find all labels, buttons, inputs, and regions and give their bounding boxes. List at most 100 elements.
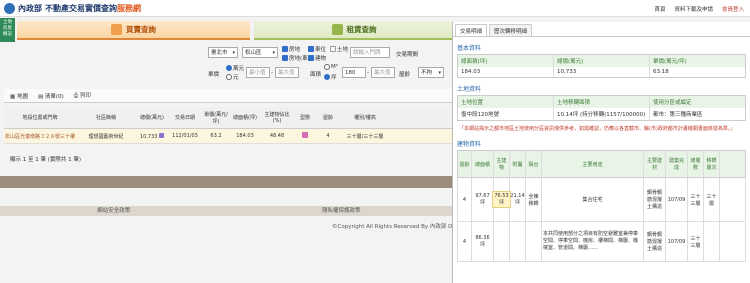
brow-material: 鋼骨鋼筋混凝土構造: [644, 222, 666, 261]
radio-icon: [324, 64, 330, 70]
result-count: 顯示 1 至 1 筆 (實際共 1 筆): [10, 157, 82, 163]
radio-price-wan[interactable]: 萬元: [226, 64, 244, 72]
parking-icon: [159, 132, 165, 138]
checkbox-icon: [308, 46, 314, 52]
brow-main: [494, 222, 510, 261]
radio-icon: [226, 74, 232, 80]
map-view-button[interactable]: ▦ 地圖: [10, 92, 28, 100]
brow-age: 4: [458, 222, 472, 261]
land-section-title: 土地資料: [457, 86, 482, 93]
brow-floors: 三十三層: [688, 178, 704, 221]
brow-completed: 107/09: [666, 178, 688, 221]
top-links: 首頁 資料下載及申請 會員登入: [654, 5, 744, 13]
bcol-completed: 建築完成: [666, 151, 688, 177]
brow-main: 76.53坪: [492, 178, 511, 221]
area-min-input[interactable]: 180: [342, 67, 366, 78]
checkbox-park[interactable]: 車位: [308, 45, 326, 53]
age-label: 屋齡: [399, 72, 411, 78]
row-date: 112/01/03: [172, 133, 198, 139]
brow-balcony: [526, 222, 542, 261]
radio-price-yuan[interactable]: 元: [226, 73, 239, 81]
table-row[interactable]: 松山區光復南路３２８號三十樓 理想國藝術世紀 10,733 112/01/03 …: [4, 129, 452, 144]
link-security-policy[interactable]: 網站安全政策: [0, 206, 228, 216]
checkbox-land[interactable]: 土地: [330, 45, 348, 53]
bcol-balcony: 陽台: [526, 151, 542, 177]
col-address[interactable]: 地段位置或門牌: [4, 114, 76, 121]
price-max-input[interactable]: 最大值: [275, 67, 299, 78]
city-select[interactable]: 臺北市 ▾: [208, 47, 238, 58]
keyword-input[interactable]: 請輸入門牌: [350, 47, 390, 58]
row-address[interactable]: 松山區光復南路３２８號三十樓: [4, 133, 76, 140]
land-location-value: 復中段120地號: [458, 108, 554, 120]
col-age[interactable]: 屋齡: [316, 114, 340, 121]
brow-floors: 三十三層: [688, 222, 704, 261]
col-date[interactable]: 交易日期: [168, 114, 202, 121]
row-age: 4: [326, 133, 330, 139]
row-floor: 三十層/三十三層: [346, 133, 384, 140]
brow-transfer-floor: 三十層: [704, 178, 720, 221]
basic-col-area: 總面積(坪): [458, 55, 554, 67]
brow-attached: 21.14坪: [510, 178, 526, 221]
brow-usage: 集合住宅: [542, 178, 644, 221]
tab-rent-query[interactable]: 租賃查詢: [254, 21, 454, 40]
link-download[interactable]: 資料下載及申請: [674, 5, 713, 13]
print-button[interactable]: ⎙ 列印: [74, 91, 91, 100]
price-min-input[interactable]: 最小值: [246, 67, 270, 78]
row-main-ratio: 48.48: [269, 133, 285, 139]
bcol-total: 總面積: [472, 151, 494, 177]
logo-title: 不動產交易實價查詢服務網: [45, 4, 141, 13]
link-home[interactable]: 首頁: [654, 5, 665, 13]
brow-total: 97.67坪: [472, 178, 494, 221]
brow-transfer-floor: [704, 222, 720, 261]
land-col-location: 土地位置: [458, 96, 554, 108]
bcol-floors: 總層數: [688, 151, 704, 177]
bcol-material: 主要建材: [644, 151, 666, 177]
site-logo[interactable]: 內政部 不動產交易實價查詢服務網: [4, 3, 141, 14]
filter-panel: 臺北市 ▾ 松山區 ▾ 房地 車位 土地 房地(車) 建物 請輸入門牌 交易期間 單…: [200, 42, 452, 87]
radio-icon: [324, 74, 330, 80]
detail-tabs: 交易明細 歷次轉移明細: [453, 24, 750, 37]
footer-bar: [0, 176, 455, 188]
radio-area-ping[interactable]: 坪: [324, 73, 337, 81]
col-main-ratio[interactable]: 主建物佔比(%): [260, 111, 294, 124]
tab-buy-query[interactable]: 買賣查詢: [17, 21, 250, 40]
col-unit-price[interactable]: 單價(萬元/坪): [202, 111, 230, 125]
radio-area-m2[interactable]: M²: [324, 64, 338, 70]
copyright: ©Copyright All Rights Reserved By 內政部 De…: [332, 224, 462, 230]
col-total-price[interactable]: 總價(萬元): [136, 114, 168, 121]
logo-emblem-icon: [4, 3, 15, 14]
tab-rent-label: 租賃查詢: [346, 25, 377, 34]
bcol-main: 主建物: [494, 151, 510, 177]
detail-panel: 交易明細 歷次轉移明細 基本資料 總面積(坪) 總價(萬元) 單價(萬元/坪) …: [452, 22, 750, 283]
checkbox-icon: [282, 55, 288, 61]
rent-icon: [331, 24, 343, 35]
list-view-button[interactable]: ▤ 清單(0): [38, 92, 64, 100]
checkbox-building[interactable]: 建物: [308, 54, 326, 62]
period-label: 交易期間: [396, 52, 419, 58]
link-login[interactable]: 會員登入: [722, 5, 744, 13]
area-max-input[interactable]: 最大值: [371, 67, 395, 78]
brow-age: 4: [458, 178, 472, 221]
district-select[interactable]: 松山區 ▾: [242, 47, 278, 58]
checkbox-house[interactable]: 房地: [282, 45, 300, 53]
col-floor[interactable]: 樓別/樓高: [340, 114, 390, 121]
tab-trade-detail[interactable]: 交易明細: [455, 24, 488, 36]
tab-buy-label: 買賣查詢: [126, 25, 156, 34]
col-area[interactable]: 總面積(坪): [230, 114, 260, 121]
col-type[interactable]: 型態: [294, 114, 316, 121]
checkbox-house-park[interactable]: 房地(車): [282, 54, 310, 62]
land-col-zoning: 使用分區或編定: [653, 100, 692, 106]
row-type: [294, 132, 316, 140]
tab-transfer-history[interactable]: 歷次轉移明細: [489, 24, 533, 36]
radio-icon: [226, 65, 232, 71]
age-select[interactable]: 不拘 ▾: [418, 67, 444, 78]
col-community[interactable]: 社區簡稱: [76, 114, 136, 121]
bcol-usage: 主要用途: [542, 151, 644, 177]
side-tab[interactable]: 土地 房屋 概況: [0, 18, 15, 42]
area-label: 面積: [310, 72, 322, 78]
land-zoning-value: 都市：第三種商業區: [653, 112, 703, 118]
link-privacy-policy[interactable]: 隱私權保護政策: [227, 206, 455, 216]
building-type-icon: [302, 132, 308, 138]
brow-balcony: 全棟移轉: [526, 178, 542, 221]
results-table: 地段位置或門牌 社區簡稱 總價(萬元) 交易日期 單價(萬元/坪) 總面積(坪)…: [4, 107, 452, 144]
